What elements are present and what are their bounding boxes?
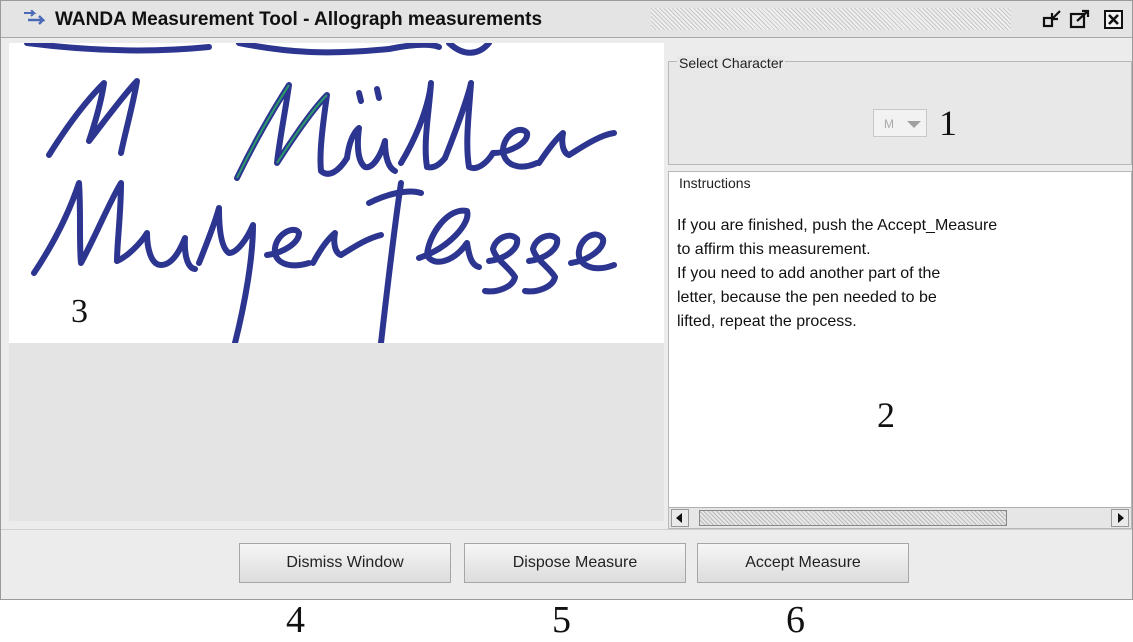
instruction-line: If you need to add another part of the	[677, 265, 941, 282]
title-drag-area[interactable]	[651, 8, 1011, 30]
accept-measure-button[interactable]: Accept Measure	[697, 543, 909, 583]
window-title: WANDA Measurement Tool - Allograph measu…	[55, 9, 543, 30]
select-character-legend: Select Character	[677, 55, 786, 71]
maximize-icon[interactable]	[1069, 9, 1091, 29]
scrollbar-thumb[interactable]	[699, 510, 1007, 526]
instructions-text: If you are finished, push the Accept_Mea…	[677, 214, 997, 334]
instruction-line: If you are finished, push the Accept_Mea…	[677, 217, 998, 234]
close-icon[interactable]	[1103, 9, 1125, 29]
instruction-line: lifted, repeat the process.	[677, 313, 857, 330]
callout-3: 3	[71, 293, 88, 330]
handwriting-image[interactable]: 3	[9, 43, 664, 343]
minimize-icon[interactable]	[1041, 9, 1063, 29]
scroll-left-button[interactable]	[671, 509, 689, 527]
callout-2: 2	[877, 395, 895, 435]
handwriting-strokes	[24, 43, 617, 343]
callout-1: 1	[939, 103, 957, 143]
app-logo-icon	[24, 10, 45, 25]
instructions-group: Instructions If you are finished, push t…	[668, 171, 1132, 529]
instruction-line: to affirm this measurement.	[677, 241, 871, 258]
dispose-measure-button[interactable]: Dispose Measure	[464, 543, 686, 583]
character-dropdown[interactable]: M	[873, 109, 927, 137]
measurement-canvas[interactable]: 3	[9, 43, 664, 521]
chevron-down-icon	[907, 121, 921, 128]
callout-5: 5	[552, 599, 571, 641]
button-bar: Dismiss Window Dispose Measure Accept Me…	[1, 529, 1132, 599]
title-bar[interactable]: WANDA Measurement Tool - Allograph measu…	[1, 1, 1132, 38]
horizontal-scrollbar[interactable]	[669, 507, 1131, 528]
arrow-right-icon	[1118, 513, 1124, 523]
instructions-legend: Instructions	[677, 175, 753, 191]
scroll-right-button[interactable]	[1111, 509, 1129, 527]
select-character-group: Select Character M 1	[668, 56, 1132, 165]
instruction-line: letter, because the pen needed to be	[677, 289, 937, 306]
arrow-left-icon	[676, 513, 682, 523]
character-dropdown-value: M	[884, 117, 894, 131]
app-window: WANDA Measurement Tool - Allograph measu…	[0, 0, 1133, 600]
callout-4: 4	[286, 599, 305, 641]
callout-6: 6	[786, 599, 805, 641]
dismiss-window-button[interactable]: Dismiss Window	[239, 543, 451, 583]
